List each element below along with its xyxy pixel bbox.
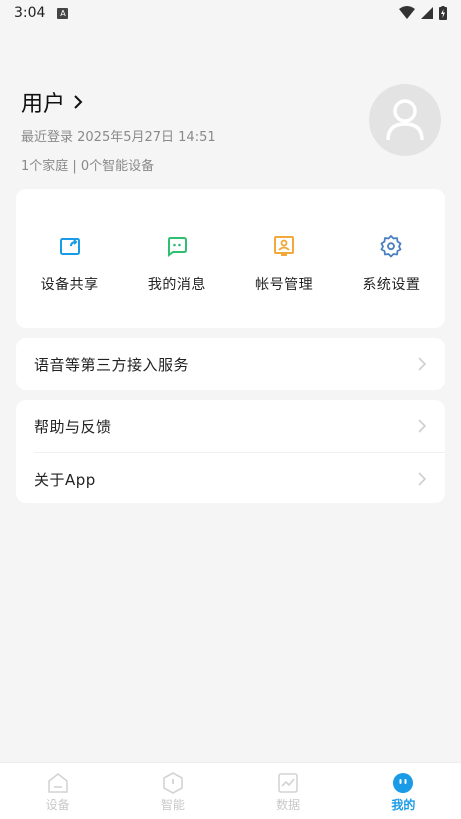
chevron-right-icon [418,472,427,486]
menu-item-label: 语音等第三方接入服务 [34,355,190,374]
tab-data[interactable]: 数据 [231,763,346,819]
message-icon [167,237,187,257]
menu-item-label: 帮助与反馈 [34,417,112,436]
gear-icon [380,235,402,258]
help-about-card: 帮助与反馈 关于App [16,400,445,503]
account-icon [274,236,295,256]
tab-label: 数据 [276,798,301,812]
menu-item-label: 关于App [34,470,96,489]
home-icon [47,772,68,793]
status-bar: 3:04 A [0,0,461,26]
tab-label: 智能 [160,798,185,812]
menu-item-help-feedback[interactable]: 帮助与反馈 [16,400,445,452]
tab-smart[interactable]: 智能 [115,763,230,819]
quick-actions-card: 设备共享 我的消息 帐号管理 系统设置 [16,189,445,328]
tab-devices[interactable]: 设备 [0,763,115,819]
quick-action-device-share[interactable]: 设备共享 [16,189,123,328]
user-name[interactable]: 用户 [21,86,65,118]
tab-me[interactable]: 我的 [346,763,461,819]
quick-action-label: 我的消息 [147,277,206,293]
quick-action-label: 系统设置 [362,277,421,293]
menu-item-voice-services[interactable]: 语音等第三方接入服务 [16,338,445,390]
quick-action-label: 帐号管理 [255,277,314,293]
wifi-icon [399,6,415,19]
quick-action-settings[interactable]: 系统设置 [338,189,445,328]
quick-action-label: 设备共享 [40,277,99,293]
tab-label: 设备 [45,798,70,812]
notification-icon: A [57,7,69,19]
signal-icon [421,7,433,19]
voice-services-card: 语音等第三方接入服务 [16,338,445,390]
share-device-icon [59,238,80,255]
chevron-right-icon [418,357,427,371]
tab-label: 我的 [391,798,416,812]
status-time: 3:04 [14,5,46,21]
chevron-right-icon [418,419,427,433]
smart-icon [163,772,183,794]
battery-icon [439,6,447,20]
chart-icon [278,773,298,793]
me-icon [393,773,414,793]
chevron-right-icon[interactable] [73,94,83,110]
bottom-tab-bar: 设备 智能 数据 我的 [0,762,461,819]
menu-item-about[interactable]: 关于App [16,453,445,505]
quick-action-account[interactable]: 帐号管理 [231,189,338,328]
quick-action-messages[interactable]: 我的消息 [123,189,230,328]
home-device-summary: 1个家庭 | 0个智能设备 [21,159,155,174]
avatar[interactable] [369,84,441,156]
user-icon [386,99,424,141]
